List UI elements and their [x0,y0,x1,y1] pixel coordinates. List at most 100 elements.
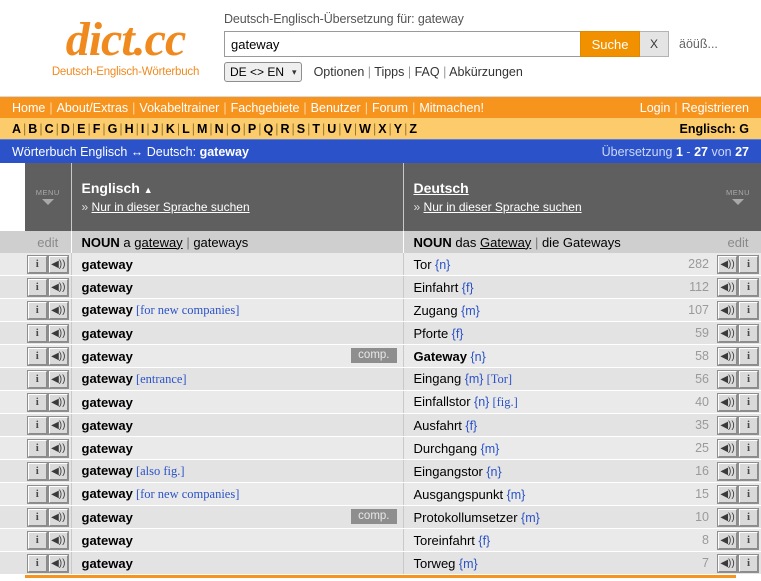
german-term[interactable]: Ausfahrt [414,418,462,433]
subject-badge[interactable]: comp. [351,509,397,524]
info-icon[interactable]: i [26,254,48,274]
english-term[interactable]: gateway [82,486,133,501]
alphabet-letter-u[interactable]: U [327,122,336,136]
link-tipps[interactable]: Tipps [374,65,404,79]
info-icon[interactable]: i [738,277,759,297]
nav-item-registrieren[interactable]: Registrieren [682,101,749,115]
search-submit-button[interactable]: Suche [580,31,640,57]
speaker-icon[interactable]: ◀)) [717,392,738,412]
speaker-icon[interactable]: ◀)) [717,277,738,297]
info-icon[interactable]: i [738,438,759,458]
alphabet-letter-d[interactable]: D [61,122,70,136]
search-clear-button[interactable]: X [640,31,669,57]
info-icon[interactable]: i [738,461,759,481]
german-term[interactable]: Durchgang [414,441,478,456]
info-icon[interactable]: i [26,392,48,412]
alphabet-letter-v[interactable]: V [344,122,352,136]
info-icon[interactable]: i [738,553,759,573]
english-term[interactable]: gateway [82,395,133,410]
info-icon[interactable]: i [26,438,48,458]
language-pair-select[interactable]: DE <> EN ▾ [224,62,302,82]
english-term[interactable]: gateway [82,280,133,295]
alphabet-letter-n[interactable]: N [215,122,224,136]
german-search-only-link[interactable]: Nur in dieser Sprache suchen [424,200,582,214]
alphabet-letter-c[interactable]: C [45,122,54,136]
info-icon[interactable]: i [738,300,759,320]
speaker-icon[interactable]: ◀)) [47,300,69,320]
german-term[interactable]: Toreinfahrt [414,533,475,548]
nav-item-about-extras[interactable]: About/Extras [57,101,129,115]
alphabet-letter-r[interactable]: R [281,122,290,136]
site-logo[interactable]: dict.cc [28,16,223,64]
german-term[interactable]: Eingang [414,371,462,386]
speaker-icon[interactable]: ◀)) [717,461,738,481]
german-term[interactable]: Eingangstor [414,464,483,479]
info-icon[interactable]: i [738,323,759,343]
umlaut-helper-link[interactable]: äöüß... [679,31,718,57]
info-icon[interactable]: i [738,369,759,389]
speaker-icon[interactable]: ◀)) [47,553,69,573]
info-icon[interactable]: i [738,392,759,412]
english-term[interactable]: gateway [82,510,133,525]
alphabet-letter-b[interactable]: B [28,122,37,136]
nav-item-forum[interactable]: Forum [372,101,408,115]
info-icon[interactable]: i [738,484,759,504]
info-icon[interactable]: i [26,553,48,573]
alphabet-letter-p[interactable]: P [248,122,256,136]
german-term[interactable]: Ausgangspunkt [414,487,504,502]
english-term[interactable]: gateway [82,418,133,433]
edit-link-right[interactable]: edit [715,231,761,253]
speaker-icon[interactable]: ◀)) [717,323,738,343]
info-icon[interactable]: i [26,461,48,481]
logo-block[interactable]: dict.cc Deutsch-Englisch-Wörterbuch [28,16,223,79]
speaker-icon[interactable]: ◀)) [717,438,738,458]
info-icon[interactable]: i [26,323,48,343]
edit-link-left[interactable]: edit [25,231,71,253]
info-icon[interactable]: i [738,346,759,366]
speaker-icon[interactable]: ◀)) [717,415,738,435]
alphabet-letter-w[interactable]: W [359,122,371,136]
left-menu-button[interactable]: MENU [25,163,71,231]
english-term[interactable]: gateway [82,302,133,317]
speaker-icon[interactable]: ◀)) [47,392,69,412]
english-term[interactable]: gateway [82,533,133,548]
alphabet-letter-a[interactable]: A [12,122,21,136]
german-term[interactable]: Gateway [414,349,467,364]
german-singular[interactable]: Gateway [480,235,531,250]
german-column-title-wrap[interactable]: Deutsch [414,180,716,196]
alphabet-letter-s[interactable]: S [297,122,305,136]
alphabet-letter-l[interactable]: L [182,122,190,136]
info-icon[interactable]: i [26,277,48,297]
speaker-icon[interactable]: ◀)) [717,507,738,527]
alphabet-letter-j[interactable]: J [152,122,159,136]
info-icon[interactable]: i [738,530,759,550]
english-term[interactable]: gateway [82,463,133,478]
german-term[interactable]: Einfallstor [414,394,471,409]
alphabet-letter-g[interactable]: G [108,122,118,136]
speaker-icon[interactable]: ◀)) [717,369,738,389]
speaker-icon[interactable]: ◀)) [47,346,69,366]
speaker-icon[interactable]: ◀)) [717,530,738,550]
info-icon[interactable]: i [738,254,759,274]
alphabet-letter-t[interactable]: T [312,122,320,136]
english-term[interactable]: gateway [82,326,133,341]
english-singular[interactable]: gateway [134,235,182,250]
alphabet-letter-y[interactable]: Y [394,122,402,136]
nav-item-mitmachen[interactable]: Mitmachen! [419,101,484,115]
speaker-icon[interactable]: ◀)) [47,254,69,274]
german-term[interactable]: Torweg [414,556,456,571]
speaker-icon[interactable]: ◀)) [717,254,738,274]
info-icon[interactable]: i [26,507,48,527]
english-term[interactable]: gateway [82,349,133,364]
alphabet-letter-x[interactable]: X [378,122,386,136]
speaker-icon[interactable]: ◀)) [717,484,738,504]
nav-item-vokabeltrainer[interactable]: Vokabeltrainer [139,101,219,115]
speaker-icon[interactable]: ◀)) [47,323,69,343]
link-optionen[interactable]: Optionen [314,65,365,79]
english-search-only-link[interactable]: Nur in dieser Sprache suchen [92,200,250,214]
english-term[interactable]: gateway [82,257,133,272]
alphabet-letter-q[interactable]: Q [264,122,274,136]
speaker-icon[interactable]: ◀)) [47,277,69,297]
link-abkuerzungen[interactable]: Abkürzungen [449,65,523,79]
speaker-icon[interactable]: ◀)) [47,530,69,550]
